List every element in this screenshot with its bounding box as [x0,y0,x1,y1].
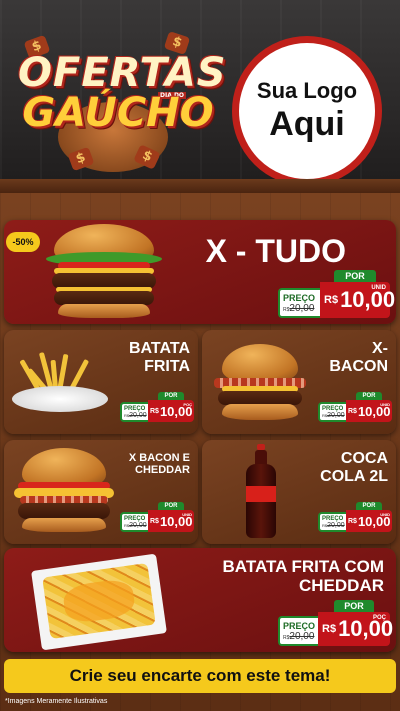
product-name: X BACON E CHEDDAR [129,452,190,476]
new-price: POR R$ 10,00 POÇ [318,600,393,646]
old-price: PREÇO R$20,00 [278,616,318,646]
bun-top [22,448,106,486]
bun-bottom [222,404,298,420]
logo-line1: Sua Logo [256,78,358,103]
patty [18,503,110,519]
price-tag: PREÇO R$20,00 POR R$ 10,00 UNID [120,502,194,532]
currency: R$ [150,407,159,415]
product-name-line1: COCA [340,450,388,467]
patty [218,391,302,405]
price-value: 10,00 [340,287,396,312]
product-name: COCA COLA 2L [320,450,388,485]
new-price: POR R$ 10,00 UNID [320,270,395,318]
cta-banner[interactable]: Crie seu encarte com este tema! [4,659,396,693]
unit-label: UNID [380,512,390,517]
price-label: PREÇO [283,620,316,631]
product-name-line1: BATATA FRITA COM [222,557,384,576]
old-price-value: 20,00 [327,521,345,529]
old-price: PREÇO R$20,00 [278,288,320,318]
price-tag: PREÇO R$20,00 POR R$ 10,00 POÇ [278,600,393,646]
product-card-coca-cola[interactable]: COCA COLA 2L PREÇO R$20,00 POR R$ 10,00 … [202,440,396,544]
price-tag: PREÇO R$20,00 POR R$ 10,00 UNID [278,270,395,318]
price-tag: PREÇO R$20,00 POR R$ 10,00 UNID [318,392,392,422]
bun-bottom [58,304,150,318]
old-price: PREÇO R$20,00 [120,402,148,422]
old-price-value: 20,00 [129,521,147,529]
unit-label: POÇ [183,402,192,407]
header: $ $ $ $ OFERTAS DIA DO GAÚCHO Sua Logo A… [0,0,400,193]
por-label: POR [334,600,374,612]
unit-label: UNID [371,285,386,291]
bun-top [222,344,298,380]
product-name-line1: X BACON E [128,452,190,464]
por-label: POR [356,502,382,510]
product-name-line2: FRITA [144,357,190,375]
currency: R$ [324,294,339,306]
bowl [12,386,108,412]
product-name-line2: CHEDDAR [299,575,384,595]
patty [54,291,154,305]
burger-image [208,344,312,428]
old-price-value: 20,00 [289,630,315,642]
product-name: X - TUDO [205,233,346,269]
por-label: POR [158,392,184,400]
product-name-line2: BACON [329,357,388,375]
new-price: POR R$ 10,00 UNID [148,502,194,532]
currency: R$ [150,517,159,525]
product-name-line1: BATATA [128,340,190,357]
logo-line2: Aqui [269,105,345,143]
brand-title-line2: GAÚCHO [22,90,214,136]
logo-placeholder[interactable]: Sua Logo Aqui [232,36,382,186]
unit-label: UNID [182,512,192,517]
price-tag: PREÇO R$20,00 POR R$ 10,00 UNID [318,502,392,532]
currency: R$ [322,623,337,635]
old-price: PREÇO R$20,00 [318,402,346,422]
currency: R$ [348,517,357,525]
burger-image [44,224,164,320]
disclaimer-text: *Imagens Meramente Ilustrativas [5,698,108,705]
product-name: X- BACON [329,340,388,375]
new-price: POR R$ 10,00 UNID [346,392,392,422]
product-card-x-bacon-cheddar[interactable]: X BACON E CHEDDAR PREÇO R$20,00 POR R$ 1… [4,440,198,544]
price-tag: PREÇO R$20,00 POR R$ 10,00 POÇ [120,392,194,422]
unit-label: UNID [380,402,390,407]
unit-label: POÇ [372,615,386,621]
price-label: PREÇO [283,292,316,303]
soda-bottle-image [246,444,276,540]
discount-badge: -50% [6,232,40,252]
brand-logo: $ $ $ $ OFERTAS DIA DO GAÚCHO [18,31,226,172]
bun-bottom [22,518,106,532]
old-price-value: 20,00 [129,411,147,419]
product-name-line1: X- [372,340,388,357]
old-price: PREÇO R$20,00 [120,512,148,532]
currency: R$ [348,407,357,415]
product-name: BATATA FRITA COM CHEDDAR [222,557,384,595]
product-name: BATATA FRITA [129,340,190,375]
new-price: POR R$ 10,00 POÇ [148,392,194,422]
product-name-line2: CHEDDAR [135,464,190,477]
fries-image [8,352,112,432]
old-price: PREÇO R$20,00 [318,512,346,532]
product-card-x-tudo[interactable]: X - TUDO PREÇO R$20,00 POR R$ 10,00 UNID [4,220,396,324]
por-label: POR [334,270,376,282]
product-name-line2: COLA 2L [320,467,388,485]
por-label: POR [158,502,184,510]
new-price: POR R$ 10,00 UNID [346,502,392,532]
cheddar-fries-image [31,553,167,651]
bottle-label [246,486,276,502]
product-card-x-bacon[interactable]: X- BACON PREÇO R$20,00 POR R$ 10,00 UNID [202,330,396,434]
por-label: POR [356,392,382,400]
old-price-value: 20,00 [327,411,345,419]
burger-image [10,448,118,540]
old-price-value: 20,00 [289,302,315,314]
product-card-batata-frita[interactable]: BATATA FRITA PREÇO R$20,00 POR R$ 10,00 … [4,330,198,434]
product-card-batata-cheddar[interactable]: BATATA FRITA COM CHEDDAR PREÇO R$20,00 P… [4,548,396,652]
